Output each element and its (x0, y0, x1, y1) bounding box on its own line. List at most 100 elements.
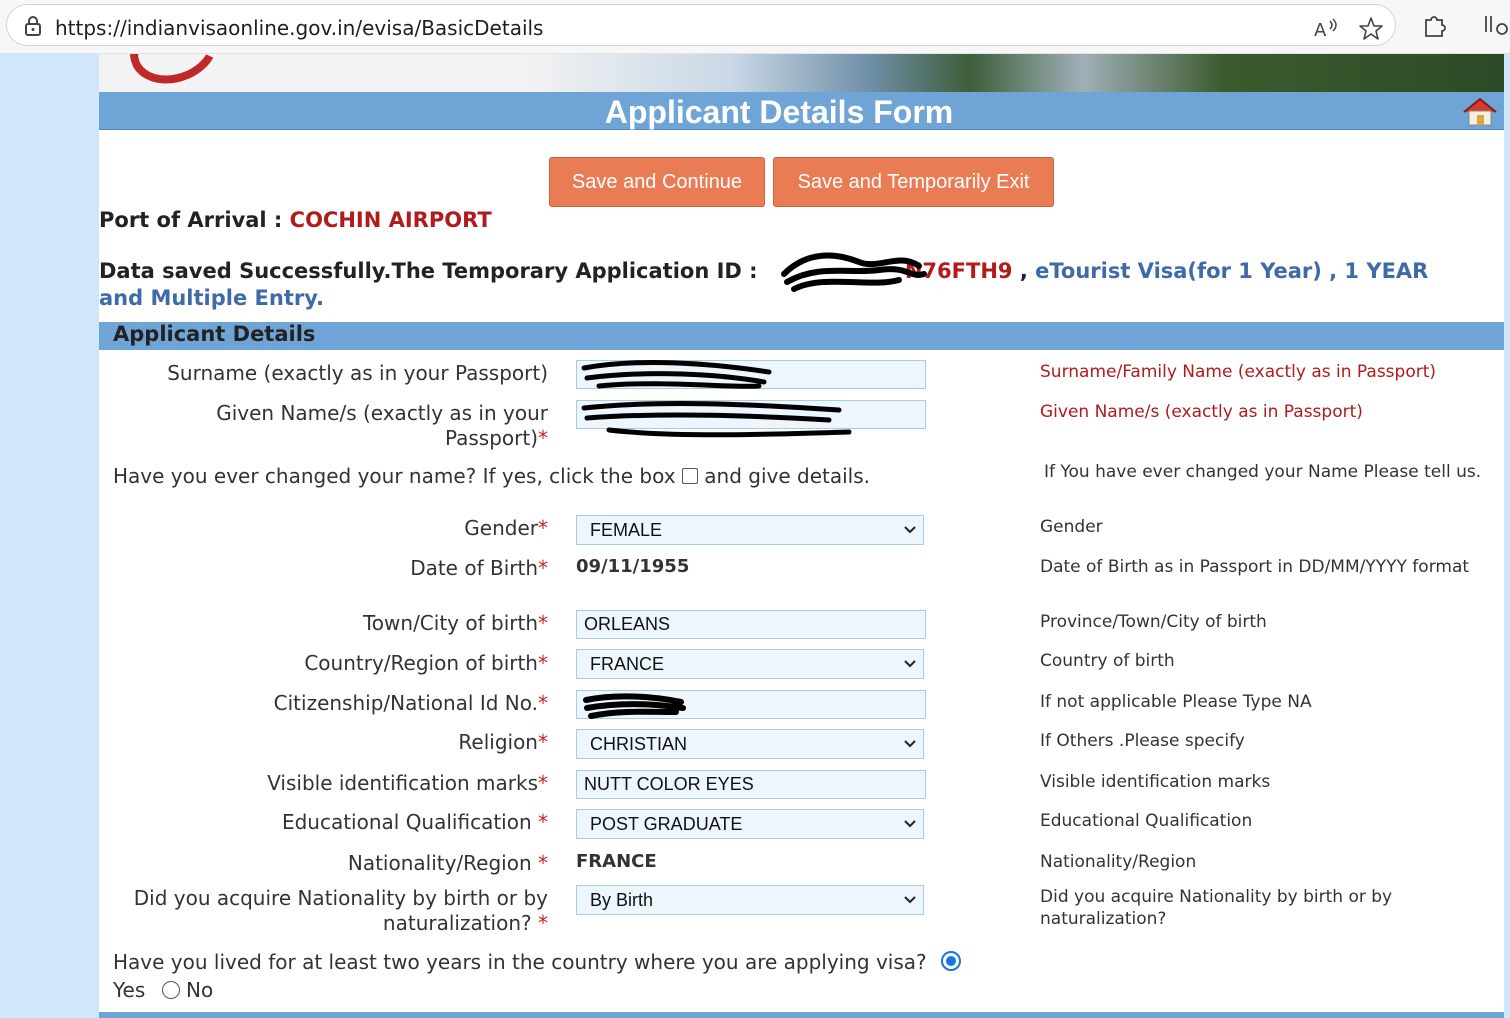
religion-select[interactable]: CHRISTIAN (576, 729, 924, 759)
lived-no-label: No (186, 978, 214, 1002)
redaction-scribble (781, 252, 927, 292)
required-asterisk: * (538, 611, 548, 635)
title-bar: Applicant Details Form (99, 92, 1504, 130)
saved-message-prefix: Data saved Successfully.The Temporary Ap… (99, 259, 758, 283)
nationality-label: Nationality/Region * (99, 851, 548, 876)
education-value: POST GRADUATE (590, 814, 743, 834)
address-bar[interactable]: https://indianvisaonline.gov.in/evisa/Ba… (6, 4, 1396, 46)
lived-yes-label: Yes (113, 978, 146, 1002)
required-asterisk: * (538, 851, 548, 875)
given-name-hint: Given Name/s (exactly as in Passport) (1040, 402, 1363, 422)
gender-select[interactable]: FEMALE (576, 515, 924, 545)
name-change-text: Have you ever changed your name? If yes,… (113, 464, 676, 488)
chevron-down-icon (904, 740, 916, 748)
town-input[interactable]: ORLEANS (576, 610, 926, 639)
section-header: Applicant Details (99, 322, 1504, 350)
required-asterisk: * (538, 911, 548, 935)
name-change-question: Have you ever changed your name? If yes,… (113, 464, 870, 488)
save-exit-button[interactable]: Save and Temporarily Exit (773, 157, 1054, 207)
town-label: Town/City of birth* (99, 611, 548, 636)
name-change-hint: If You have ever changed your Name Pleas… (1044, 462, 1482, 482)
extensions-icon[interactable] (1420, 10, 1448, 38)
lived-question: Have you lived for at least two years in… (113, 950, 962, 974)
lock-icon[interactable] (23, 15, 43, 37)
visa-type: eTourist Visa(for 1 Year) , 1 YEAR (1035, 259, 1429, 283)
religion-hint: If Others .Please specify (1040, 731, 1245, 751)
education-hint: Educational Qualification (1040, 811, 1253, 831)
acquire-value: By Birth (590, 890, 654, 910)
religion-label-text: Religion (458, 730, 538, 754)
lived-no-radio[interactable] (161, 981, 180, 999)
svg-text:A: A (1314, 20, 1327, 41)
page-title: Applicant Details Form (604, 94, 954, 130)
name-change-checkbox[interactable] (681, 468, 698, 484)
lived-question-text: Have you lived for at least two years in… (113, 950, 927, 974)
national-id-label: Citizenship/National Id No.* (99, 691, 548, 716)
acquire-select[interactable]: By Birth (576, 885, 924, 915)
required-asterisk: * (538, 516, 548, 540)
required-asterisk: * (538, 771, 548, 795)
religion-value: CHRISTIAN (590, 734, 688, 754)
header-banner-image (99, 54, 1504, 92)
education-label: Educational Qualification * (99, 810, 548, 835)
acquire-label-line2: naturalization? (382, 911, 538, 935)
marks-label: Visible identification marks* (99, 771, 548, 796)
dob-label: Date of Birth* (99, 556, 548, 581)
chevron-down-icon (904, 660, 916, 668)
nationality-label-text: Nationality/Region (347, 851, 538, 875)
gender-label: Gender* (99, 516, 548, 541)
required-asterisk: * (538, 651, 548, 675)
country-label-text: Country/Region of birth (304, 651, 538, 675)
favorite-star-icon[interactable] (1357, 15, 1385, 43)
url-text: https://indianvisaonline.gov.in/evisa/Ba… (55, 16, 544, 40)
read-aloud-icon[interactable]: A (1312, 15, 1340, 43)
national-id-hint: If not applicable Please Type NA (1040, 692, 1312, 712)
section-title: Applicant Details (113, 322, 316, 346)
logo-swoosh (120, 54, 228, 92)
country-label: Country/Region of birth* (99, 651, 548, 676)
port-of-arrival: Port of Arrival : COCHIN AIRPORT (99, 208, 492, 232)
next-section-bar (99, 1012, 1504, 1018)
marks-hint: Visible identification marks (1040, 772, 1271, 792)
required-asterisk: * (538, 730, 548, 754)
port-of-arrival-value: COCHIN AIRPORT (289, 208, 492, 232)
required-asterisk: * (538, 691, 548, 715)
country-select[interactable]: FRANCE (576, 649, 924, 679)
nationality-value: FRANCE (576, 851, 657, 872)
visa-entry: and Multiple Entry. (99, 286, 324, 310)
save-continue-button[interactable]: Save and Continue (549, 157, 765, 207)
nationality-hint: Nationality/Region (1040, 852, 1197, 872)
acquire-hint: Did you acquire Nationality by birth or … (1040, 887, 1393, 929)
dob-value: 09/11/1955 (576, 556, 690, 577)
home-icon[interactable] (1460, 96, 1500, 126)
name-change-text-after: and give details. (704, 464, 871, 488)
town-label-text: Town/City of birth (362, 611, 538, 635)
surname-label: Surname (exactly as in your Passport) (167, 361, 548, 385)
country-hint: Country of birth (1040, 651, 1175, 671)
town-hint: Province/Town/City of birth (1040, 612, 1267, 632)
acquire-label-line1: Did you acquire Nationality by birth or … (133, 886, 548, 910)
page-content: Applicant Details Form Save and Continue… (99, 54, 1504, 1018)
chevron-down-icon (904, 820, 916, 828)
gender-value: FEMALE (590, 520, 663, 540)
given-name-label-line2: Passport) (444, 426, 538, 450)
required-asterisk: * (538, 426, 548, 450)
browser-toolbar: https://indianvisaonline.gov.in/evisa/Ba… (0, 0, 1510, 54)
collections-icon[interactable] (1482, 10, 1510, 38)
marks-input[interactable]: NUTT COLOR EYES (576, 770, 926, 799)
country-value: FRANCE (590, 654, 665, 674)
marks-label-text: Visible identification marks (267, 771, 538, 795)
religion-label: Religion* (99, 730, 548, 755)
redaction-scribble (581, 360, 772, 389)
lived-options: Yes No (113, 978, 213, 1002)
required-asterisk: * (538, 810, 548, 834)
acquire-label: Did you acquire Nationality by birth or … (99, 886, 548, 936)
dob-hint: Date of Birth as in Passport in DD/MM/YY… (1040, 557, 1470, 577)
redaction-scribble (583, 693, 686, 719)
national-id-label-text: Citizenship/National Id No. (273, 691, 538, 715)
chevron-down-icon (904, 526, 916, 534)
lived-yes-radio[interactable] (941, 951, 962, 971)
education-select[interactable]: POST GRADUATE (576, 809, 924, 839)
gender-hint: Gender (1040, 517, 1103, 537)
given-name-label: Given Name/s (exactly as in your Passpor… (99, 401, 548, 451)
